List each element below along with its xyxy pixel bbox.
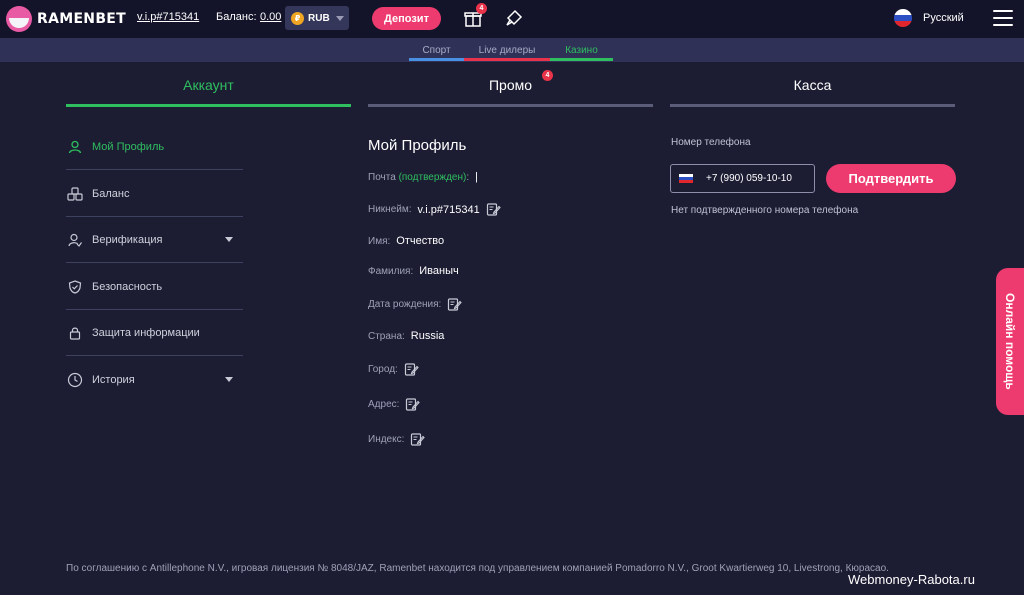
nickname-label: Никнейм: <box>368 204 412 215</box>
russia-flag-icon[interactable] <box>894 9 912 27</box>
subnav-underline-casino <box>550 58 613 61</box>
tab-kassa-underline <box>670 104 955 107</box>
sidebar-item-balance[interactable]: Баланс <box>66 171 243 217</box>
edit-icon[interactable] <box>410 432 426 447</box>
edit-icon[interactable] <box>447 297 463 312</box>
promo-badge: 4 <box>542 70 553 81</box>
coins-icon <box>66 185 84 203</box>
profile-title: Мой Профиль <box>368 137 467 154</box>
rocket-icon[interactable] <box>505 9 523 27</box>
birthdate-label: Дата рождения: <box>368 299 442 310</box>
nickname-field: Никнейм: v.i.p#715341 <box>368 202 501 217</box>
index-field: Индекс: <box>368 432 426 447</box>
tab-account[interactable]: Аккаунт <box>66 77 351 93</box>
country-value: Russia <box>410 330 445 342</box>
email-colon: : <box>466 171 470 183</box>
subnav-live-dealers[interactable]: Live дилеры <box>464 45 550 56</box>
user-icon <box>66 138 84 156</box>
email-label: Почта <box>368 171 396 183</box>
tab-kassa[interactable]: Касса <box>670 77 955 93</box>
sidebar-item-label: Баланс <box>92 187 130 200</box>
edit-icon[interactable] <box>486 202 501 217</box>
birthdate-field: Дата рождения: <box>368 297 463 312</box>
balance-value[interactable]: 0.00 <box>260 11 281 23</box>
subnav-underline-sport <box>409 58 464 61</box>
country-field: Страна: Russia <box>368 330 444 342</box>
currency-select[interactable]: ₽ RUB <box>285 6 349 30</box>
tab-account-underline <box>66 104 351 107</box>
vip-id-link[interactable]: v.i.p#715341 <box>137 11 199 23</box>
chevron-down-icon <box>225 377 233 382</box>
sidebar-item-label: Защита информации <box>92 326 200 339</box>
gift-icon[interactable]: 4 <box>464 3 487 27</box>
subnav-casino[interactable]: Казино <box>550 45 613 56</box>
chevron-down-icon <box>335 15 344 21</box>
tab-promo[interactable]: Промо <box>368 77 653 93</box>
logo[interactable]: RAMENBET <box>6 6 126 32</box>
ruble-coin-icon: ₽ <box>291 11 304 25</box>
email-field: Почта (подтвержден): | <box>368 171 478 183</box>
phone-input[interactable]: +7 (990) 059-10-10 <box>670 164 815 193</box>
sub-nav: Спорт Live дилеры Казино <box>0 38 1024 62</box>
menu-icon[interactable] <box>993 10 1013 26</box>
city-label: Город: <box>368 364 398 375</box>
sidebar-item-label: Верификация <box>92 233 163 246</box>
sidebar-item-label: Безопасность <box>92 280 163 293</box>
surname-label: Фамилия: <box>368 265 414 277</box>
chevron-down-icon <box>225 237 233 242</box>
history-icon <box>66 371 84 389</box>
language-select[interactable]: Русский <box>923 12 964 24</box>
index-label: Индекс: <box>368 434 405 445</box>
city-field: Город: <box>368 362 419 377</box>
shield-icon <box>66 278 84 296</box>
address-field: Адрес: <box>368 397 421 412</box>
surname-value: Иваныч <box>419 265 459 277</box>
tab-promo-underline <box>368 104 653 107</box>
phone-value: +7 (990) 059-10-10 <box>706 173 792 184</box>
footer-license-text: По соглашению с Antillephone N.V., игров… <box>66 563 889 574</box>
address-label: Адрес: <box>368 399 400 410</box>
name-field: Имя: Отчество <box>368 235 444 247</box>
sidebar-item-security[interactable]: Безопасность <box>66 264 243 310</box>
edit-icon[interactable] <box>405 397 421 412</box>
subnav-sport[interactable]: Спорт <box>409 45 464 56</box>
name-value: Отчество <box>396 235 445 247</box>
sidebar-item-profile[interactable]: Мой Профиль <box>66 124 243 170</box>
edit-icon[interactable] <box>404 362 419 377</box>
verify-icon <box>66 231 84 249</box>
online-help-button[interactable]: Онлайн помощь <box>996 268 1024 415</box>
sidebar-item-data-protection[interactable]: Защита информации <box>66 310 243 356</box>
sidebar-item-verification[interactable]: Верификация <box>66 217 243 263</box>
confirm-phone-button[interactable]: Подтвердить <box>826 164 956 193</box>
sidebar-item-label: История <box>92 374 135 386</box>
ramen-bowl-icon <box>6 6 32 32</box>
nickname-value: v.i.p#715341 <box>417 203 480 216</box>
logo-text: RAMENBET <box>37 11 127 27</box>
balance-label: Баланс: <box>216 11 257 23</box>
top-bar: RAMENBET v.i.p#715341 Баланс: 0.00 ₽ RUB… <box>0 0 1024 38</box>
email-status: (подтвержден) <box>398 171 467 183</box>
gift-badge: 4 <box>476 3 487 14</box>
russia-flag-icon[interactable] <box>679 174 693 183</box>
sidebar-item-history[interactable]: История <box>66 357 243 403</box>
phone-label: Номер телефона <box>671 137 751 148</box>
currency-label: RUB <box>308 12 330 24</box>
surname-field: Фамилия: Иваныч <box>368 265 459 277</box>
country-label: Страна: <box>368 330 405 342</box>
name-label: Имя: <box>368 235 391 247</box>
lock-icon <box>66 324 84 342</box>
sidebar-item-label: Мой Профиль <box>92 140 165 153</box>
email-value: | <box>475 171 478 183</box>
no-phone-message: Нет подтвержденного номера телефона <box>671 205 859 216</box>
watermark: Webmoney-Rabota.ru <box>848 572 975 587</box>
subnav-underline-live <box>464 58 550 61</box>
deposit-button[interactable]: Депозит <box>372 7 441 30</box>
online-help-label: Онлайн помощь <box>1003 293 1017 390</box>
